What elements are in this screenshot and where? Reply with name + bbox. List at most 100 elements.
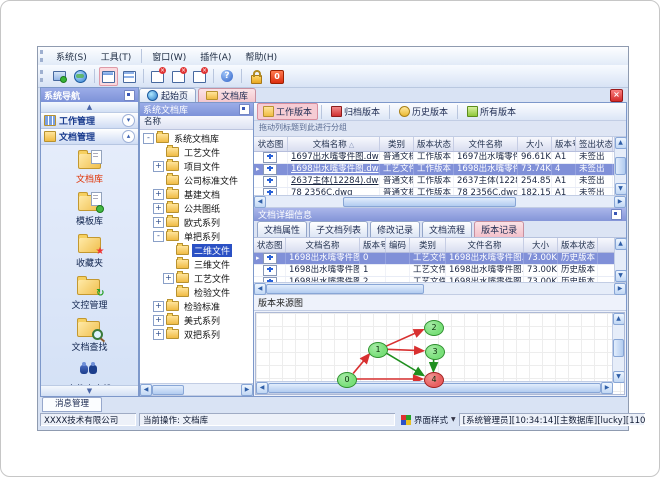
sidebar-item-文控管理[interactable]: ↻ 文控管理 [71, 275, 108, 311]
tree-item-基建文档[interactable]: + 基建文档 [140, 187, 253, 201]
tree-item-欧式系列[interactable]: + 欧式系列 [140, 215, 253, 229]
version-node-3[interactable]: 3 [425, 344, 445, 360]
menu-item-3[interactable]: 插件(A) [193, 48, 238, 65]
scroll-down-icon[interactable]: ▼ [614, 183, 627, 195]
tab-起始页[interactable]: 起始页 [139, 88, 197, 102]
lock-icon[interactable] [246, 67, 265, 86]
table-row[interactable]: 1698出水嘴零件图.dwg1工艺文件1698出水嘴零件图.dwg73.00KB… [254, 265, 615, 277]
sidebar-group-1[interactable]: 文档管理 ▴ [41, 129, 138, 145]
scroll-left-icon[interactable]: ◀ [140, 384, 152, 396]
sidebar-group-0[interactable]: 工作管理 ▾ [41, 113, 138, 129]
version-node-0[interactable]: 0 [337, 372, 357, 388]
column-header-版本状态[interactable]: 版本状态 [558, 238, 598, 252]
pushpin-icon[interactable] [124, 89, 135, 101]
column-header-文档名称[interactable]: 文档名称 △ [288, 137, 380, 151]
column-header-状态图[interactable]: 状态图 [254, 137, 288, 151]
column-header-大小[interactable]: 大小 [518, 137, 552, 151]
scroll-thumb[interactable] [613, 339, 624, 357]
expand-icon[interactable]: + [153, 300, 164, 312]
scroll-right-icon[interactable]: ▶ [241, 384, 253, 396]
window-grid-icon[interactable] [120, 67, 139, 86]
details-pushpin-icon[interactable] [611, 209, 622, 220]
tree-hscrollbar[interactable]: ◀ ▶ [140, 383, 253, 396]
menu-item-1[interactable]: 工具(T) [94, 48, 139, 65]
close-icon[interactable]: × [610, 89, 623, 102]
expand-icon[interactable]: + [153, 328, 164, 340]
tree-item-系统文档库[interactable]: - 系统文档库 [140, 131, 253, 145]
tree-column-header[interactable]: 名称 [140, 116, 253, 130]
help-icon[interactable] [218, 67, 237, 86]
scroll-thumb[interactable] [615, 157, 626, 175]
table-row[interactable]: ▸1698出水嘴零件图.dwg0工艺文件1698出水嘴零件图.dwg73.00K… [254, 253, 615, 265]
scroll-up-icon[interactable]: ▲ [614, 238, 627, 250]
chevron-icon[interactable]: ▾ [122, 114, 135, 127]
window-icon[interactable] [99, 66, 118, 86]
column-header-类别[interactable]: 类别 [410, 238, 446, 252]
column-header-版本号[interactable]: 版本号 [552, 137, 576, 151]
power-icon[interactable] [267, 67, 286, 86]
menu-item-4[interactable]: 帮助(H) [238, 48, 284, 65]
tree-item-项目文件[interactable]: + 项目文件 [140, 159, 253, 173]
tree-item-单把系列[interactable]: - 单把系列 [140, 229, 253, 243]
scroll-right-icon[interactable]: ▶ [614, 283, 626, 295]
sidebar-item-文档库[interactable]: 文档库 [76, 149, 104, 185]
scroll-right-icon[interactable]: ▶ [614, 196, 626, 208]
scroll-left-icon[interactable]: ◀ [254, 283, 266, 295]
tab-版本记录[interactable]: 版本记录 [474, 221, 525, 237]
sidebar-item-收藏夹[interactable]: ★ 收藏夹 [76, 233, 105, 269]
expand-icon[interactable]: + [153, 188, 164, 200]
column-header-文件名称[interactable]: 文件名称 [454, 137, 518, 151]
win-close-icon[interactable] [148, 66, 167, 86]
tab-文档库[interactable]: 文档库 [198, 88, 257, 102]
tab-子文档列表[interactable]: 子文档列表 [309, 221, 369, 237]
version-button-归档版本[interactable]: 归档版本 [325, 103, 386, 120]
collapse-icon[interactable]: - [143, 132, 154, 144]
versions-hscrollbar[interactable]: ◀ ▶ [254, 282, 626, 295]
tree-item-公共图纸[interactable]: + 公共图纸 [140, 201, 253, 215]
sidebar-collapse-button[interactable]: ▲ [41, 102, 138, 113]
tree-item-公司标准文件[interactable]: -公司标准文件 [140, 173, 253, 187]
tree-item-工艺文件[interactable]: + 工艺文件 [140, 271, 253, 285]
column-header-编码[interactable]: 编码 [386, 238, 410, 252]
column-header-签出状态[interactable]: 签出状态 [576, 137, 613, 151]
scroll-left-icon[interactable]: ◀ [254, 196, 266, 208]
win-refresh-icon[interactable] [169, 66, 188, 86]
documents-vscrollbar[interactable]: ▲ ▼ [614, 137, 627, 195]
expand-icon[interactable]: + [153, 160, 164, 172]
column-header-状态图[interactable]: 状态图 [254, 238, 286, 252]
tree-item-检验标准[interactable]: + 检验标准 [140, 299, 253, 313]
graph-vscrollbar[interactable]: ▲ ▼ [612, 313, 624, 383]
win-delete-icon[interactable] [190, 66, 209, 86]
tab-message-management[interactable]: 消息管理 [42, 397, 102, 412]
version-node-1[interactable]: 1 [368, 342, 388, 358]
scroll-down-icon[interactable]: ▼ [612, 371, 624, 383]
interface-style-dropdown[interactable]: 界面样式 ▼ [401, 414, 456, 426]
scroll-up-icon[interactable]: ▲ [612, 313, 624, 325]
table-row[interactable]: 2637主体(12284).dwg普通文档工作版本2637主体(12284).d… [254, 176, 615, 188]
scroll-thumb[interactable] [343, 197, 517, 207]
scroll-right-icon[interactable]: ▶ [601, 382, 613, 394]
column-header-大小[interactable]: 大小 [524, 238, 558, 252]
tree-item-美式系列[interactable]: + 美式系列 [140, 313, 253, 327]
expand-icon[interactable]: + [153, 216, 164, 228]
version-node-2[interactable]: 2 [424, 320, 444, 336]
version-button-所有版本[interactable]: 所有版本 [461, 103, 522, 120]
scroll-thumb[interactable] [266, 284, 425, 294]
column-header-版本状态[interactable]: 版本状态 [414, 137, 454, 151]
sidebar-item-文件夹查找[interactable]: 文件夹查找 [67, 359, 112, 385]
tree-item-检验文件[interactable]: -检验文件 [140, 285, 253, 299]
menu-item-0[interactable]: 系统(S) [49, 48, 94, 65]
column-header-版本号[interactable]: 版本号 [360, 238, 386, 252]
screen-icon[interactable] [50, 67, 69, 86]
sidebar-expand-button[interactable]: ▼ [41, 385, 138, 396]
globe-icon[interactable] [71, 67, 90, 86]
collapse-icon[interactable]: - [153, 230, 164, 242]
column-header-文档名称[interactable]: 文档名称 [286, 238, 360, 252]
scroll-down-icon[interactable]: ▼ [614, 270, 627, 282]
scroll-up-icon[interactable]: ▲ [614, 137, 627, 149]
tab-修改记录[interactable]: 修改记录 [370, 221, 421, 237]
tree-item-二维文件[interactable]: -二维文件 [140, 243, 253, 257]
table-row[interactable]: ▸1698出水嘴零件图.dwg工艺文件工作版本1698出水嘴零件图.dwg73.… [254, 164, 615, 176]
column-header-文件名称[interactable]: 文件名称 [446, 238, 524, 252]
column-header-类别[interactable]: 类别 [380, 137, 414, 151]
